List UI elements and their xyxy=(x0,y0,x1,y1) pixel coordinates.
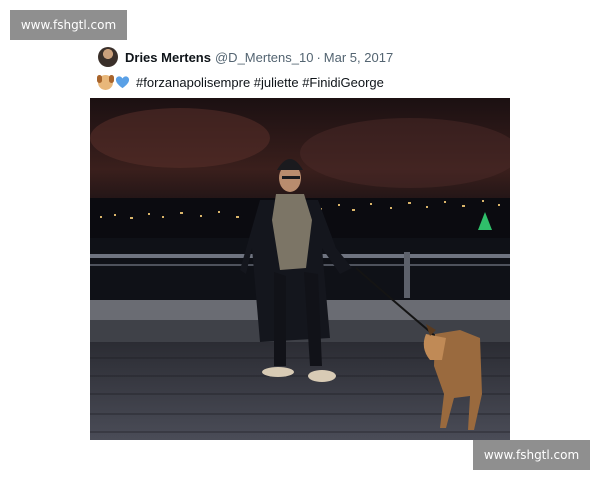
watermark-top: www.fshgtl.com xyxy=(10,10,127,40)
tweet-card: Dries Mertens @D_Mertens_10 · Mar 5, 201… xyxy=(90,40,510,92)
tweet-hashtags[interactable]: #forzanapolisempre #juliette #FinidiGeor… xyxy=(136,75,384,90)
tweet-date[interactable]: Mar 5, 2017 xyxy=(324,50,393,65)
tweet-header: Dries Mertens @D_Mertens_10 · Mar 5, 201… xyxy=(98,42,510,72)
dog-face-emoji-icon xyxy=(97,74,114,90)
tweet-photo[interactable] xyxy=(90,98,510,440)
author-name[interactable]: Dries Mertens xyxy=(125,50,211,65)
night-scene-illustration xyxy=(90,98,510,440)
author-handle[interactable]: @D_Mertens_10 xyxy=(215,50,313,65)
meta-separator: · xyxy=(316,49,321,65)
watermark-bottom: www.fshgtl.com xyxy=(473,440,590,470)
avatar[interactable] xyxy=(98,47,118,67)
tweet-body: #forzanapolisempre #juliette #FinidiGeor… xyxy=(97,72,510,92)
blue-heart-emoji-icon xyxy=(115,75,130,90)
